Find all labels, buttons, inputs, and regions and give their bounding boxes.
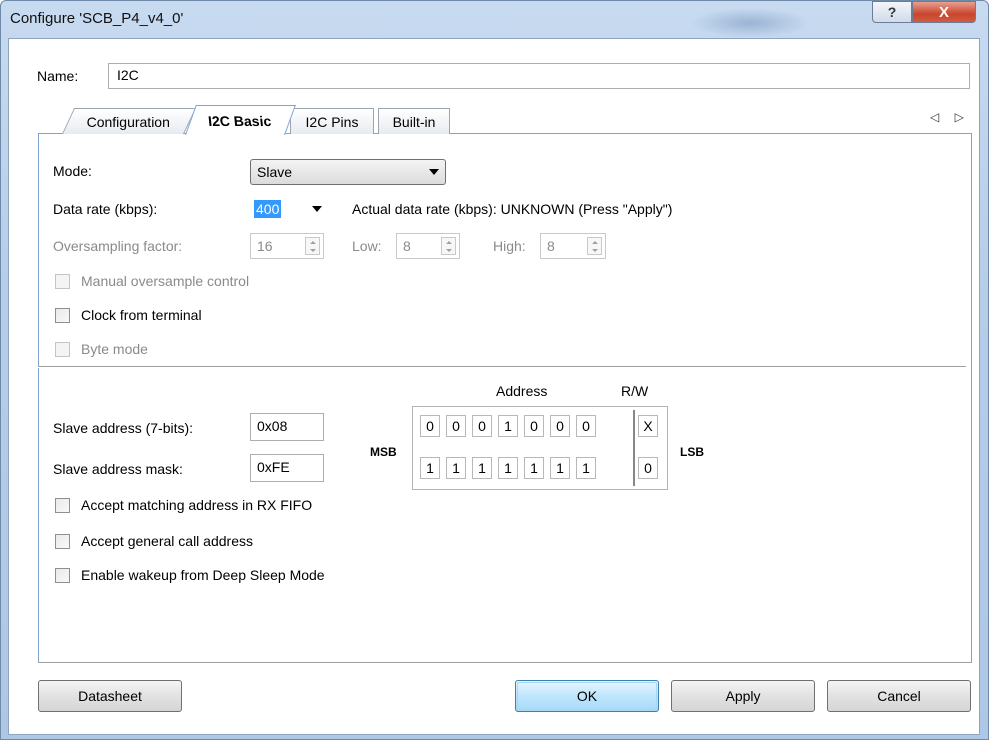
low-value: 8: [403, 238, 411, 254]
accept-general-call-checkbox[interactable]: [55, 534, 70, 549]
data-rate-combobox[interactable]: 400: [250, 196, 328, 222]
msb-label: MSB: [370, 445, 397, 459]
low-label: Low:: [352, 238, 382, 254]
address-bit-4[interactable]: 1: [498, 415, 518, 437]
window-title: Configure 'SCB_P4_v4_0': [10, 10, 184, 27]
oversampling-value: 16: [257, 238, 273, 254]
mask-bit-1[interactable]: 1: [576, 457, 596, 479]
name-field[interactable]: I2C: [108, 63, 970, 89]
cancel-button[interactable]: Cancel: [827, 680, 971, 712]
address-header: Address: [496, 383, 548, 399]
clock-from-terminal-label[interactable]: Clock from terminal: [81, 307, 202, 323]
address-bit-7[interactable]: 0: [420, 415, 440, 437]
dialog-client-area: [8, 38, 980, 735]
slave-address-label: Slave address (7-bits):: [53, 420, 194, 436]
low-stepper: 8: [396, 233, 460, 259]
byte-mode-label: Byte mode: [81, 341, 148, 357]
apply-button-label: Apply: [725, 688, 761, 704]
high-value: 8: [547, 238, 555, 254]
mask-bit-rw: 0: [638, 457, 658, 479]
manual-oversample-label: Manual oversample control: [81, 273, 250, 289]
oversampling-label: Oversampling factor:: [53, 238, 183, 254]
data-rate-value[interactable]: 400: [254, 200, 282, 218]
panel-border-right: [971, 134, 972, 662]
address-bit-5[interactable]: 0: [472, 415, 492, 437]
slave-address-field[interactable]: 0x08: [250, 413, 324, 441]
tab-i2c-pins[interactable]: I2C Pins: [290, 108, 374, 134]
rw-divider: [633, 410, 635, 486]
tab-label: I2C Pins: [305, 113, 359, 130]
enable-wakeup-label[interactable]: Enable wakeup from Deep Sleep Mode: [81, 567, 325, 583]
mask-bit-6[interactable]: 1: [446, 457, 466, 479]
clock-from-terminal-checkbox[interactable]: [55, 308, 70, 323]
mask-bit-3[interactable]: 1: [524, 457, 544, 479]
slave-mask-label: Slave address mask:: [53, 461, 183, 477]
mask-bit-2[interactable]: 1: [550, 457, 570, 479]
accept-general-call-label[interactable]: Accept general call address: [81, 533, 253, 549]
manual-oversample-checkbox: [55, 274, 70, 289]
cancel-button-label: Cancel: [877, 688, 921, 704]
mode-label: Mode:: [53, 163, 92, 179]
section-divider: [38, 366, 966, 368]
address-bit-3[interactable]: 0: [524, 415, 544, 437]
chevron-down-icon[interactable]: [312, 206, 322, 212]
address-bit-6[interactable]: 0: [446, 415, 466, 437]
ok-button[interactable]: OK: [515, 680, 659, 712]
rw-header: R/W: [621, 383, 649, 399]
help-button[interactable]: ?: [872, 1, 912, 23]
help-icon: ?: [887, 4, 897, 20]
tab-scroll-arrows-icon[interactable]: ◁ ▷: [930, 110, 970, 124]
datasheet-button-label: Datasheet: [78, 688, 142, 704]
spin-arrows-icon: [441, 237, 456, 255]
slave-mask-field[interactable]: 0xFE: [250, 454, 324, 482]
lsb-label: LSB: [680, 445, 704, 459]
close-button[interactable]: X: [912, 1, 976, 23]
footer-divider: [38, 662, 972, 663]
tab-label: I2C Basic: [207, 112, 273, 129]
high-label: High:: [493, 238, 526, 254]
mask-bit-7[interactable]: 1: [420, 457, 440, 479]
mask-bit-4[interactable]: 1: [498, 457, 518, 479]
accept-matching-address-label[interactable]: Accept matching address in RX FIFO: [81, 497, 312, 513]
address-bit-1[interactable]: 0: [576, 415, 596, 437]
datasheet-button[interactable]: Datasheet: [38, 680, 182, 712]
mask-bit-5[interactable]: 1: [472, 457, 492, 479]
mode-dropdown[interactable]: Slave: [250, 159, 446, 185]
spin-arrows-icon: [587, 237, 602, 255]
close-icon: X: [938, 3, 949, 21]
name-label: Name:: [37, 68, 79, 84]
chevron-down-icon: [429, 169, 439, 175]
panel-border-left: [38, 134, 39, 662]
tab-label: Configuration: [87, 113, 171, 130]
actual-data-rate-text: Actual data rate (kbps): UNKNOWN (Press …: [352, 201, 673, 217]
apply-button[interactable]: Apply: [671, 680, 815, 712]
accept-matching-address-checkbox[interactable]: [55, 498, 70, 513]
address-bit-2[interactable]: 0: [550, 415, 570, 437]
byte-mode-checkbox: [55, 342, 70, 357]
tab-i2c-basic[interactable]: I2C Basic: [185, 105, 296, 135]
spin-arrows-icon: [305, 237, 320, 255]
tab-built-in[interactable]: Built-in: [378, 108, 450, 134]
address-bit-rw: X: [638, 415, 658, 437]
tab-label: Built-in: [392, 113, 436, 130]
mode-value: Slave: [257, 164, 293, 180]
oversampling-stepper: 16: [250, 233, 324, 259]
title-bar-glow: [690, 8, 810, 38]
enable-wakeup-checkbox[interactable]: [55, 568, 70, 583]
data-rate-label: Data rate (kbps):: [53, 201, 158, 217]
tab-configuration[interactable]: Configuration: [62, 108, 197, 134]
high-stepper: 8: [540, 233, 606, 259]
ok-button-label: OK: [576, 688, 598, 704]
